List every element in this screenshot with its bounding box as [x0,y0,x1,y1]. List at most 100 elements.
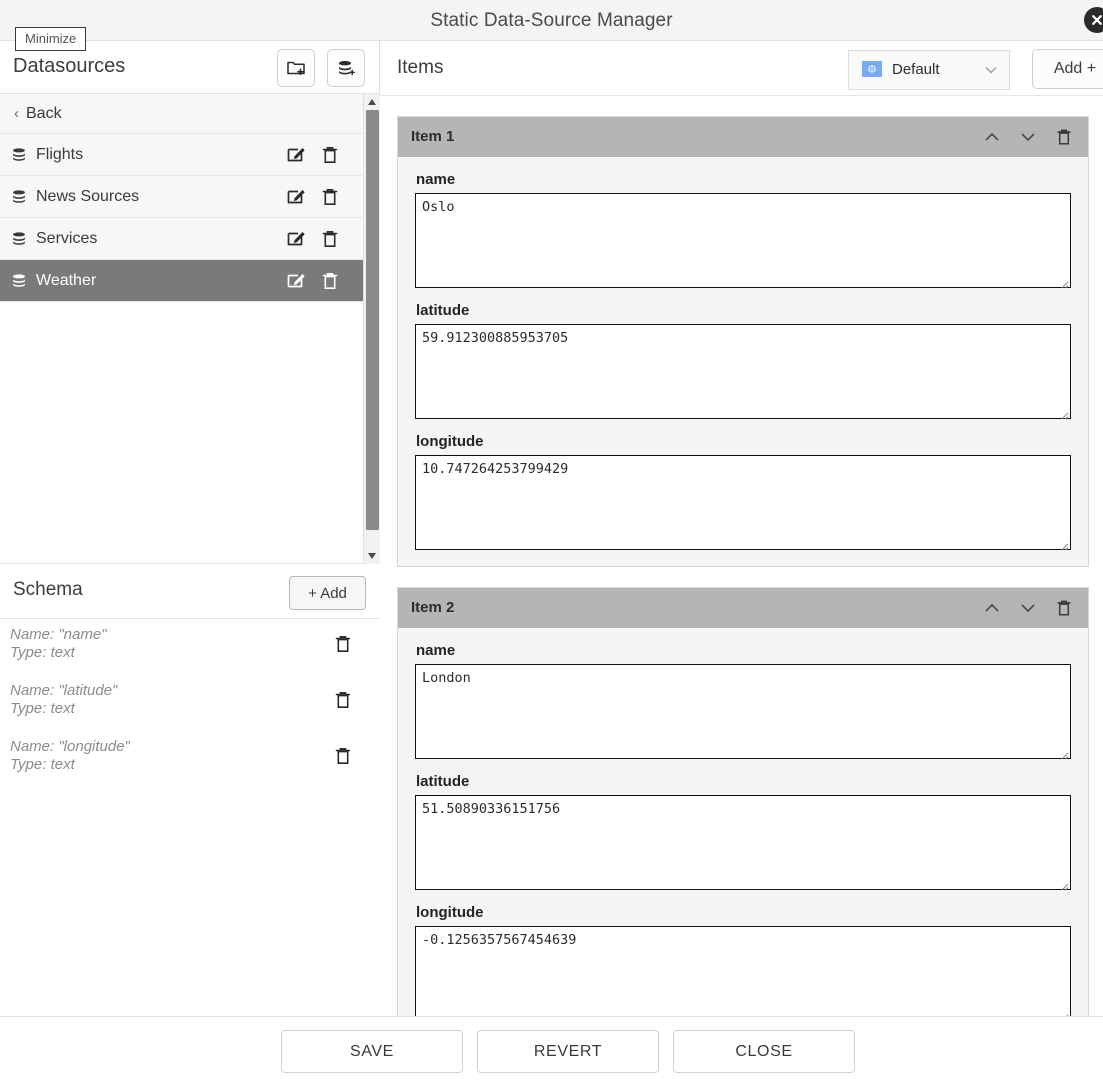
field-value-textarea[interactable]: 10.747264253799429 [415,455,1071,550]
datasource-label: Services [36,230,98,247]
schema-field-type: Type: text [10,700,75,717]
database-icon [10,230,28,248]
back-label: Back [26,105,62,122]
item-field: latitude 51.50890336151756 [398,759,1088,891]
edit-datasource-icon[interactable] [285,270,307,292]
window-title-bar: Static Data-Source Manager [0,0,1103,41]
locale-dropdown[interactable]: Default [848,50,1010,90]
item-card: Item 1 name Oslo latitude 59.91230088595… [397,116,1089,567]
item-header: Item 1 [398,117,1088,157]
scroll-down-arrow[interactable] [364,548,380,564]
field-value-textarea[interactable]: 51.50890336151756 [415,795,1071,890]
delete-schema-field-icon[interactable] [332,633,354,655]
datasource-label: News Sources [36,188,140,205]
database-icon [10,146,28,164]
items-header: Items Default Add + [380,41,1103,96]
triangle-down-icon [368,553,376,559]
database-plus-icon [339,61,355,76]
item-card: Item 2 name London latitude 51.508903361… [397,587,1089,1016]
minimize-tooltip: Minimize [15,27,87,51]
un-flag-icon [862,61,882,77]
schema-header: Schema + Add [0,564,380,619]
field-label: latitude [416,302,470,319]
schema-field-row[interactable]: Name: "name" Type: text [0,619,380,675]
scroll-up-arrow[interactable] [364,94,380,110]
schema-field-text: Name: "latitude" Type: text [10,682,117,718]
delete-datasource-icon[interactable] [319,186,341,208]
schema-field-text: Name: "name" Type: text [10,626,107,662]
item-title: Item 1 [411,128,455,145]
datasources-panel: Datasources ‹ Back Flights News Sources … [0,41,380,1016]
schema-field-row[interactable]: Name: "longitude" Type: text [0,731,380,787]
schema-add-button[interactable]: + Add [289,576,366,610]
items-title: Items [397,57,444,78]
schema-field-name: Name: "name" [10,626,107,643]
delete-datasource-icon[interactable] [319,144,341,166]
datasource-row-weather[interactable]: Weather [0,260,363,302]
datasources-title: Datasources [13,55,126,77]
schema-field-row[interactable]: Name: "latitude" Type: text [0,675,380,731]
field-value-textarea[interactable]: 59.912300885953705 [415,324,1071,419]
close-window-button[interactable] [1084,7,1103,33]
scrollbar-thumb[interactable] [366,110,379,530]
field-value-textarea[interactable]: London [415,664,1071,759]
item-field: longitude 10.747264253799429 [398,419,1088,566]
schema-field-type: Type: text [10,644,75,661]
field-label: name [416,171,456,188]
datasource-label: Flights [36,146,84,163]
dialog-footer: SAVE REVERT CLOSE [0,1016,1103,1083]
datasource-row-services[interactable]: Services [0,218,363,260]
schema-field-list: Name: "name" Type: text Name: "latitude"… [0,619,380,1016]
schema-field-text: Name: "longitude" Type: text [10,738,130,774]
field-label: longitude [416,433,484,450]
datasource-row-flights[interactable]: Flights [0,134,363,176]
window-title: Static Data-Source Manager [430,10,673,31]
new-folder-button[interactable] [277,49,315,87]
save-button[interactable]: SAVE [281,1030,463,1073]
datasource-row-news-sources[interactable]: News Sources [0,176,363,218]
datasources-list-container: ‹ Back Flights News Sources Services Wea… [0,94,380,564]
delete-schema-field-icon[interactable] [332,745,354,767]
field-label: name [416,642,456,659]
move-item-up-icon[interactable] [982,127,1002,147]
revert-button[interactable]: REVERT [477,1030,659,1073]
triangle-up-icon [368,99,376,105]
delete-datasource-icon[interactable] [319,270,341,292]
locale-label: Default [892,61,940,78]
field-value-textarea[interactable]: Oslo [415,193,1071,288]
schema-title: Schema [13,579,83,600]
datasources-list: ‹ Back Flights News Sources Services Wea… [0,94,363,564]
datasource-label: Weather [36,272,97,289]
add-item-button[interactable]: Add + [1032,49,1103,89]
move-item-up-icon[interactable] [982,598,1002,618]
field-label: latitude [416,773,470,790]
back-chevron-icon: ‹ [14,105,19,122]
schema-field-name: Name: "longitude" [10,738,130,755]
folder-plus-icon [287,61,305,75]
datasources-scrollbar[interactable] [363,94,380,564]
delete-item-icon[interactable] [1054,127,1074,147]
move-item-down-icon[interactable] [1018,127,1038,147]
edit-datasource-icon[interactable] [285,186,307,208]
item-field: longitude -0.1256357567454639 [398,890,1088,1016]
database-icon [10,272,28,290]
edit-datasource-icon[interactable] [285,144,307,166]
delete-schema-field-icon[interactable] [332,689,354,711]
item-field: name London [398,628,1088,760]
item-field: name Oslo [398,157,1088,289]
delete-item-icon[interactable] [1054,598,1074,618]
chevron-down-icon [983,62,999,78]
items-panel: Items Default Add + Item 1 name Oslo lat… [380,41,1103,1016]
edit-datasource-icon[interactable] [285,228,307,250]
new-datasource-button[interactable] [327,49,365,87]
back-button[interactable]: ‹ Back [0,94,363,134]
close-button[interactable]: CLOSE [673,1030,855,1073]
item-field: latitude 59.912300885953705 [398,288,1088,420]
field-label: longitude [416,904,484,921]
field-value-textarea[interactable]: -0.1256357567454639 [415,926,1071,1016]
move-item-down-icon[interactable] [1018,598,1038,618]
delete-datasource-icon[interactable] [319,228,341,250]
items-list: Item 1 name Oslo latitude 59.91230088595… [380,96,1103,1016]
schema-field-name: Name: "latitude" [10,682,118,699]
schema-field-type: Type: text [10,756,75,773]
